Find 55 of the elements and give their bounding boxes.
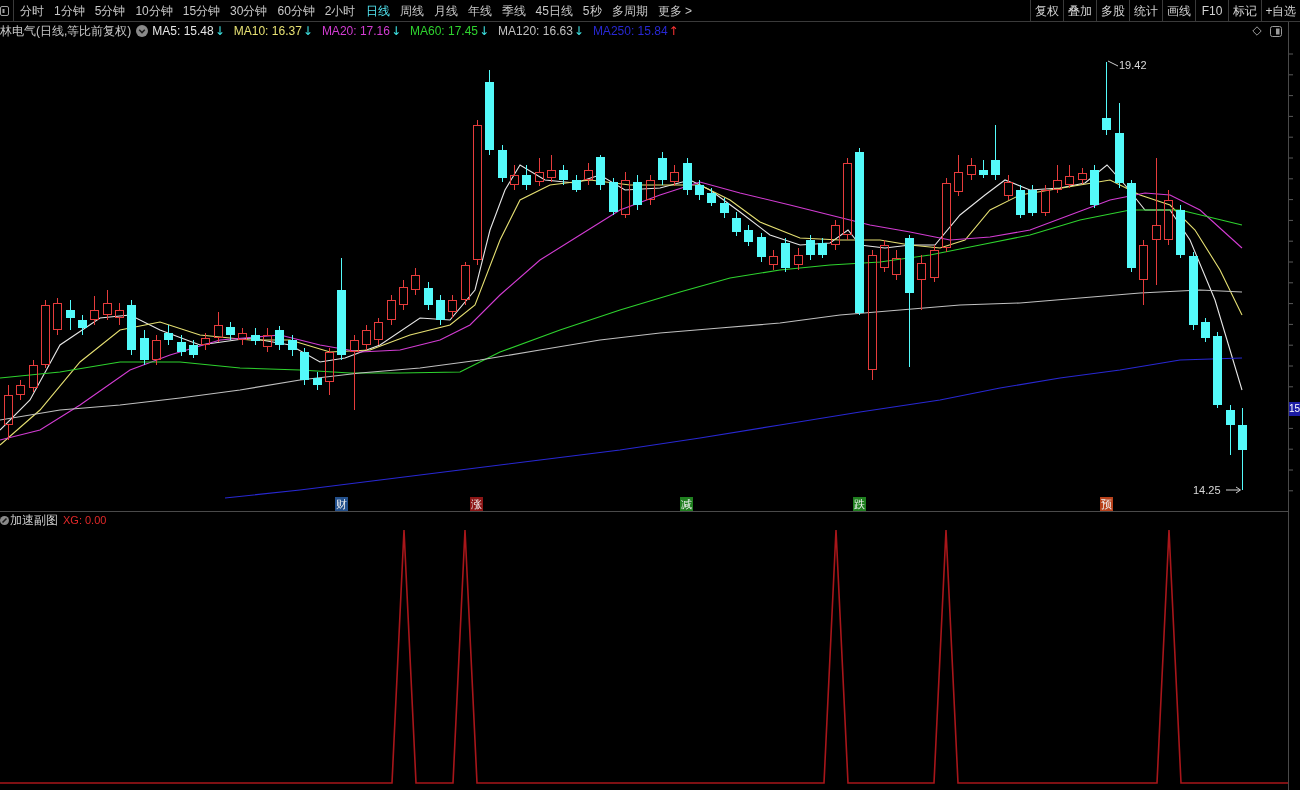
- toolbar-button[interactable]: 多股: [1096, 0, 1129, 21]
- signal-tag: 财: [335, 497, 348, 511]
- high-price-leader-line: [1107, 60, 1119, 67]
- low-price-leader-arrow: [1225, 486, 1241, 494]
- period-tab[interactable]: 季线: [496, 0, 531, 21]
- period-tab[interactable]: 多周期: [606, 0, 653, 21]
- signal-tag: 跌: [853, 497, 866, 511]
- indicator-value: XG: 0.00: [63, 512, 107, 528]
- toolbar-button[interactable]: 画线: [1162, 0, 1195, 21]
- moving-average-value: MA20: 17.16: [321, 23, 390, 40]
- circle-chevron-icon[interactable]: [136, 25, 149, 37]
- period-tab[interactable]: 2小时: [319, 0, 361, 21]
- trend-arrow: ↓: [573, 24, 584, 38]
- signal-tag: 预: [1100, 497, 1113, 511]
- period-tab[interactable]: 更多 >: [652, 0, 697, 21]
- period-tab[interactable]: 5分钟: [89, 0, 131, 21]
- period-tab[interactable]: 30分钟: [225, 0, 273, 21]
- toolbar-button[interactable]: F10: [1195, 0, 1228, 21]
- period-tab[interactable]: 5秒: [577, 0, 607, 21]
- period-tab[interactable]: 周线: [394, 0, 429, 21]
- signal-tag: 减: [680, 497, 693, 511]
- circle-slash-icon[interactable]: [0, 515, 9, 525]
- toolbar-button[interactable]: 统计: [1129, 0, 1162, 21]
- period-tab[interactable]: 年线: [462, 0, 497, 21]
- panel-icon[interactable]: [0, 5, 9, 16]
- signal-tag: 涨: [470, 497, 483, 511]
- toolbar-button[interactable]: 复权: [1030, 0, 1063, 21]
- toolbar-button[interactable]: 叠加: [1063, 0, 1096, 21]
- period-tab[interactable]: 10分钟: [130, 0, 178, 21]
- period-tab[interactable]: 日线: [360, 0, 395, 21]
- period-tab[interactable]: 分时: [15, 0, 49, 21]
- trend-arrow: ↓: [214, 24, 225, 38]
- price-axis-label: 15: [1289, 402, 1300, 416]
- period-tab[interactable]: 1分钟: [49, 0, 90, 21]
- diamond-icon[interactable]: [1252, 26, 1262, 36]
- toolbar-button[interactable]: +自选: [1261, 0, 1300, 21]
- moving-average-value: MA120: 16.63: [498, 23, 573, 40]
- toolbar-button[interactable]: 标记: [1228, 0, 1261, 21]
- indicator-title: 加速副图: [10, 512, 58, 529]
- trend-arrow: ↓: [479, 24, 490, 38]
- moving-average-value: MA60: 17.45: [410, 23, 479, 40]
- moving-average-value: MA10: 16.37: [233, 23, 302, 40]
- low-price-label: 14.25: [1193, 484, 1221, 497]
- period-tab[interactable]: 45日线: [530, 0, 578, 21]
- panel-icon[interactable]: [1270, 25, 1282, 37]
- trend-arrow: ↑: [668, 24, 679, 38]
- trend-arrow: ↓: [302, 24, 313, 38]
- moving-average-value: MA250: 15.84: [592, 23, 668, 40]
- high-price-label: 19.42: [1119, 59, 1147, 72]
- chart-title: 林电气(日线,等比前复权): [0, 23, 132, 40]
- period-tab[interactable]: 月线: [428, 0, 463, 21]
- period-tab[interactable]: 15分钟: [177, 0, 226, 21]
- trend-arrow: ↓: [390, 24, 401, 38]
- period-tab[interactable]: 60分钟: [272, 0, 320, 21]
- moving-average-value: MA5: 15.48: [152, 23, 214, 40]
